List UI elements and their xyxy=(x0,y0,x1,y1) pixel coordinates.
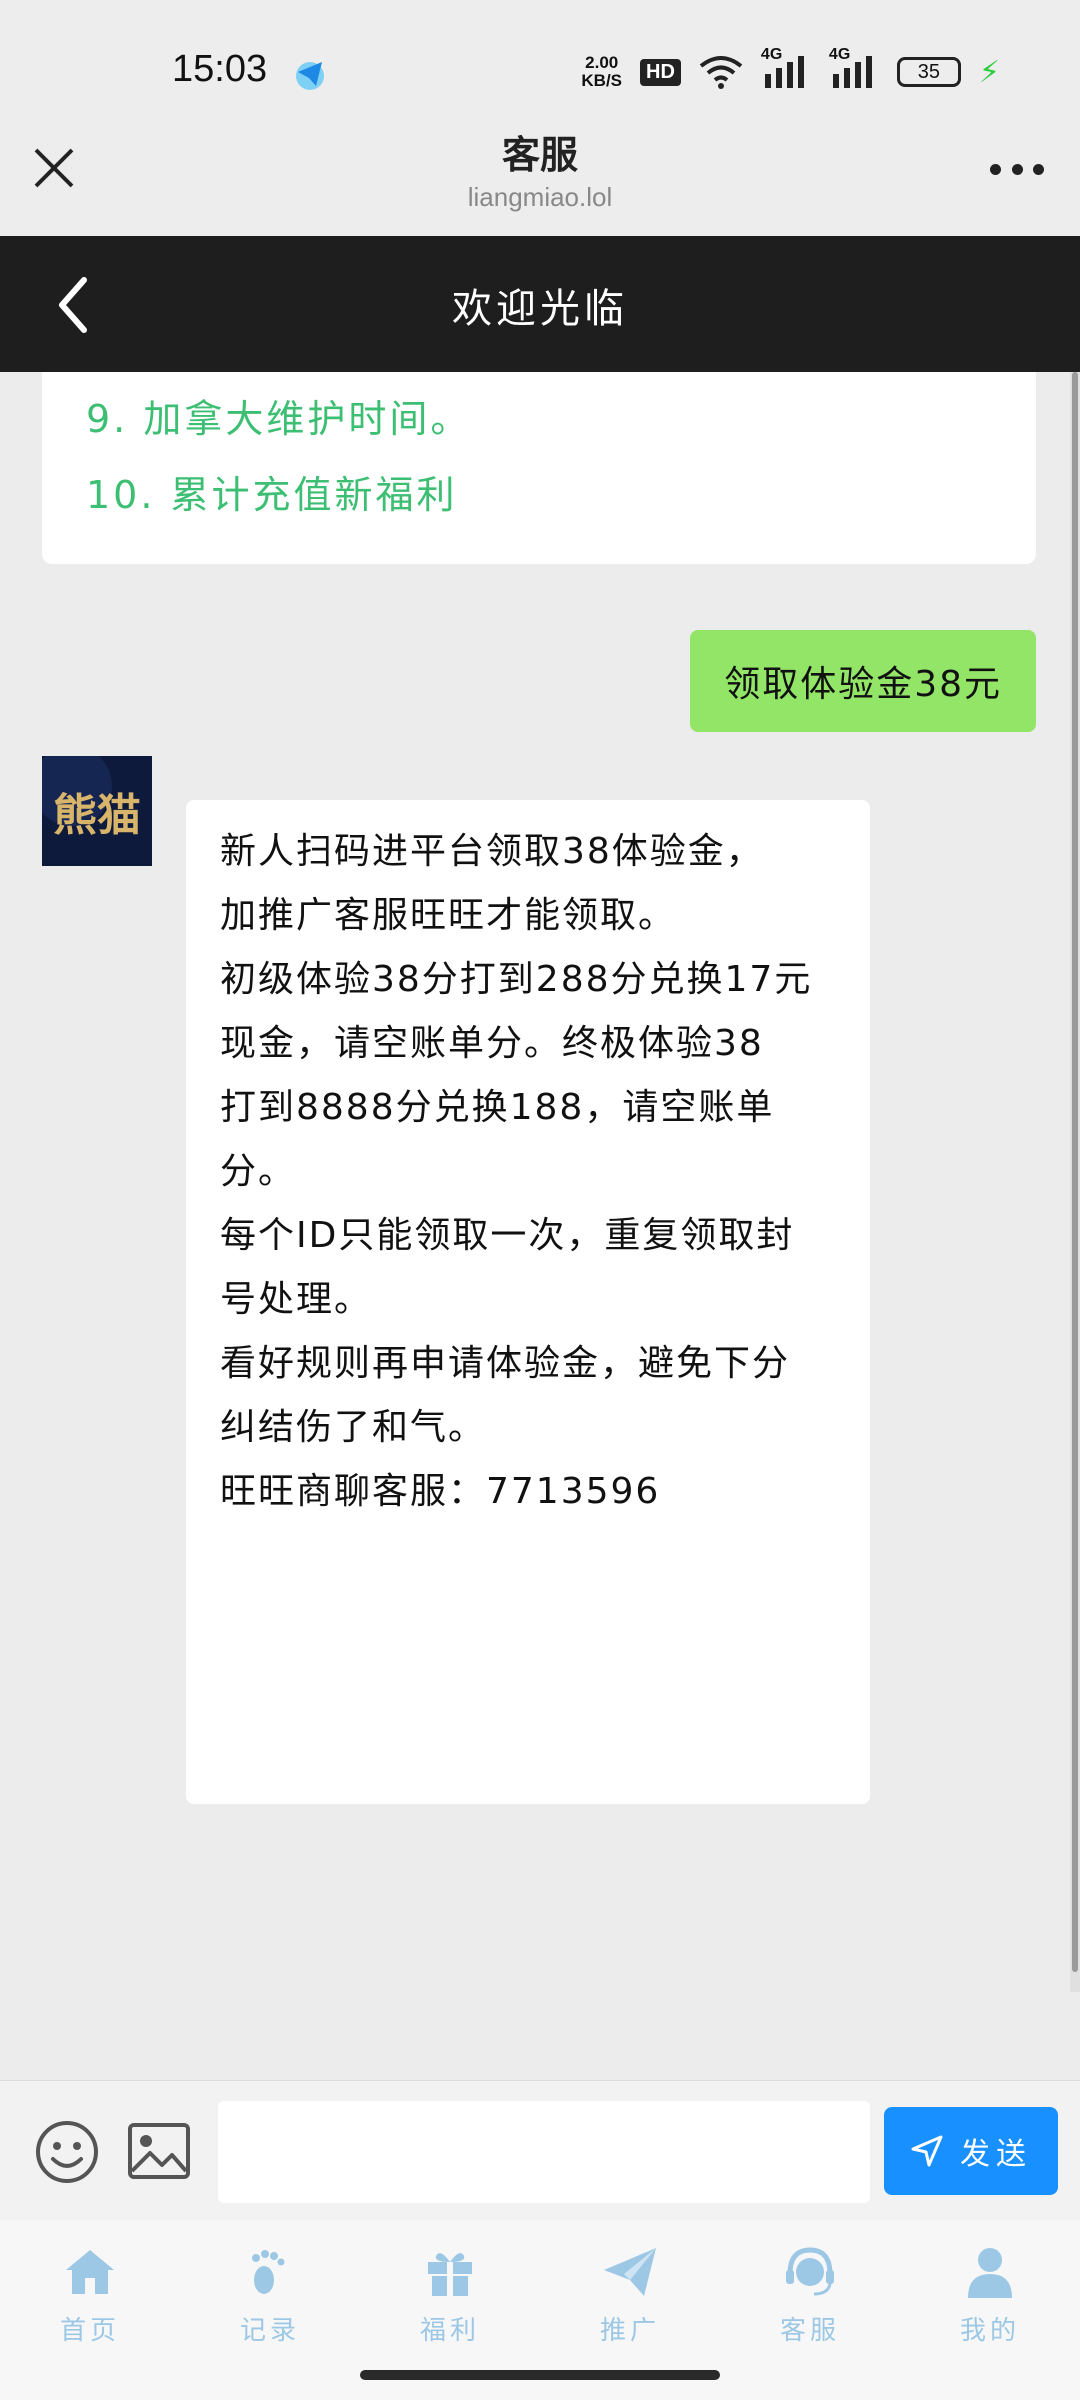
tab-records[interactable]: 记录 xyxy=(180,2234,360,2364)
gift-icon xyxy=(428,2253,472,2296)
message-line: 看好规则再申请体验金，避免下分 xyxy=(220,1343,791,1384)
hd-badge: HD xyxy=(640,58,681,86)
image-upload-icon[interactable] xyxy=(126,2121,192,2181)
home-indicator[interactable] xyxy=(360,2370,720,2380)
send-button[interactable]: 发送 xyxy=(884,2107,1058,2195)
battery-icon: 35 xyxy=(896,57,961,87)
chat-messages[interactable]: 9. 加拿大维护时间。 10. 累计充值新福利 领取体验金38元 熊猫 新人扫码… xyxy=(0,372,1080,2080)
network-speed: 2.00 KB/S xyxy=(581,53,623,90)
tab-label: 首页 xyxy=(59,2316,120,2346)
message-line: 加推广客服旺旺才能领取。 xyxy=(220,895,677,936)
wifi-icon xyxy=(699,56,743,89)
message-line: 初级体验38分打到288分兑换17元 xyxy=(220,959,813,1000)
status-bar: 15:03 2.00 KB/S HD 4G 4G 35 ⚡ xyxy=(0,0,1080,140)
menu-card: 9. 加拿大维护时间。 10. 累计充值新福利 xyxy=(42,372,1036,564)
footprint-icon xyxy=(252,2250,285,2294)
tab-label: 推广 xyxy=(599,2316,660,2346)
message-line: 新人扫码进平台领取38体验金， xyxy=(220,831,764,872)
scrollbar-thumb[interactable] xyxy=(1072,372,1078,1972)
page-url: liangmiao.lol xyxy=(467,182,613,212)
tab-label: 我的 xyxy=(959,2316,1020,2346)
tab-label: 记录 xyxy=(239,2316,300,2346)
tab-benefits[interactable]: 福利 xyxy=(360,2234,540,2364)
message-line: 号处理。 xyxy=(220,1279,373,1320)
sent-message-bubble: 领取体验金38元 xyxy=(690,630,1036,732)
paper-plane-icon xyxy=(604,2248,656,2296)
status-time: 15:03 xyxy=(172,48,268,90)
message-line: 旺旺商聊客服：7713596 xyxy=(220,1471,661,1512)
svg-text:熊猫: 熊猫 xyxy=(53,790,141,841)
telegram-app-icon xyxy=(296,62,324,90)
user-icon xyxy=(968,2248,1012,2298)
tab-customer-service[interactable]: 客服 xyxy=(720,2234,900,2364)
menu-item-maintenance[interactable]: 9. 加拿大维护时间。 xyxy=(86,388,471,443)
signal-strength-icon-1: 4G xyxy=(761,46,811,92)
message-line: 现金，请空账单分。终极体验38 xyxy=(220,1023,764,1064)
emoji-icon[interactable] xyxy=(34,2119,100,2185)
received-message-bubble: 新人扫码进平台领取38体验金， 加推广客服旺旺才能领取。 初级体验38分打到28… xyxy=(186,800,870,1804)
tab-label: 客服 xyxy=(779,2316,840,2346)
message-line: 每个ID只能领取一次，重复领取封 xyxy=(220,1215,795,1256)
tab-profile[interactable]: 我的 xyxy=(900,2234,1080,2364)
home-icon xyxy=(66,2250,114,2294)
message-input[interactable] xyxy=(218,2101,870,2203)
avatar: 熊猫 xyxy=(42,756,152,866)
message-line: 纠结伤了和气。 xyxy=(220,1407,487,1448)
send-icon xyxy=(911,2135,943,2167)
signal-strength-icon-2: 4G xyxy=(829,46,879,92)
tab-home[interactable]: 首页 xyxy=(0,2234,180,2364)
charging-icon: ⚡ xyxy=(978,54,1000,90)
message-line: 分。 xyxy=(220,1151,297,1192)
headset-icon xyxy=(786,2247,834,2296)
tab-promotion[interactable]: 推广 xyxy=(540,2234,720,2364)
menu-item-recharge-benefits[interactable]: 10. 累计充值新福利 xyxy=(86,464,458,519)
message-input-bar: 发送 xyxy=(0,2080,1080,2220)
status-indicators: 2.00 KB/S HD 4G 4G 35 ⚡ xyxy=(581,46,1000,94)
more-options-icon[interactable] xyxy=(990,164,1044,178)
send-button-label: 发送 xyxy=(960,2137,1032,2172)
page-title: 客服 xyxy=(501,133,578,177)
message-line: 打到8888分兑换188，请空账单 xyxy=(220,1087,775,1128)
nav-title: 欢迎光临 xyxy=(452,286,628,332)
nav-bar: 欢迎光临 xyxy=(0,236,1080,372)
tab-label: 福利 xyxy=(419,2316,480,2346)
browser-header: 客服 liangmiao.lol xyxy=(0,120,1080,236)
